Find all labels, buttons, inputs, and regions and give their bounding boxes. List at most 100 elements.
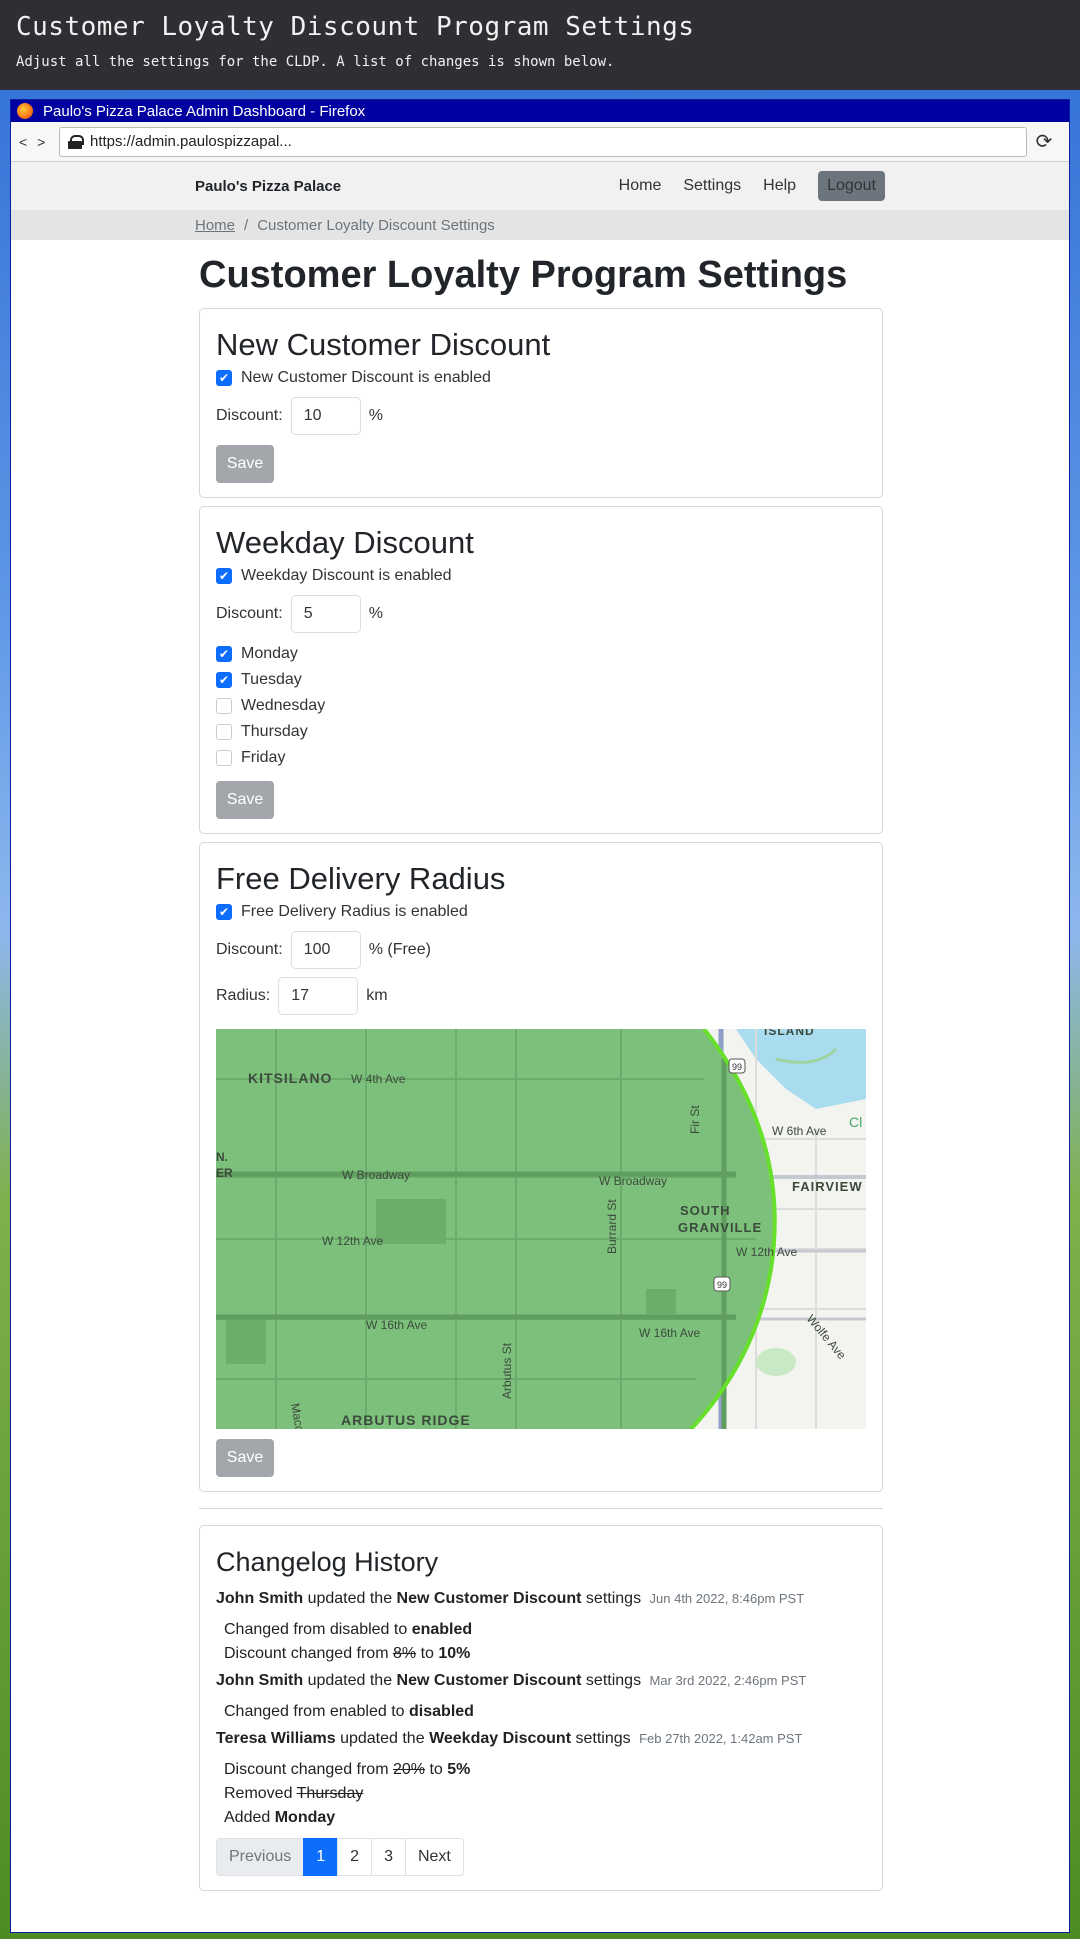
day-checkbox-wednesday[interactable] xyxy=(216,698,232,714)
changelog-heading: Changelog History xyxy=(216,1547,439,1577)
map-label: FAIRVIEW xyxy=(792,1179,863,1194)
delivery-radius-input[interactable]: 17 xyxy=(278,977,359,1015)
weekday-days-list: ✔ Monday ✔ Tuesday Wednesday Thursday Fr… xyxy=(216,641,866,771)
url-field[interactable]: https://admin.paulospizzapal... xyxy=(59,126,1027,157)
breadcrumb-separator: / xyxy=(244,216,249,234)
new-customer-discount-input[interactable]: 10 xyxy=(290,397,361,435)
changelog-entry: John Smith updated the New Customer Disc… xyxy=(216,1670,866,1692)
breadcrumb-home-link[interactable]: Home xyxy=(195,217,235,234)
map-label: Fir St xyxy=(688,1105,702,1134)
delivery-enabled-checkbox[interactable]: ✔ xyxy=(216,904,232,920)
day-row-monday: ✔ Monday xyxy=(216,641,866,667)
reload-icon[interactable]: ⟳ xyxy=(1027,129,1061,154)
pagination-previous[interactable]: Previous xyxy=(216,1838,305,1876)
entry-detail: Discount changed from 8% to 10% xyxy=(216,1642,866,1666)
entry-timestamp: Jun 4th 2022, 8:46pm PST xyxy=(649,1591,805,1606)
highway-shield-label: 99 xyxy=(732,1062,742,1072)
page-title: Customer Loyalty Program Settings xyxy=(199,254,848,296)
detail-text: Removed xyxy=(224,1785,293,1802)
delivery-radius-label: Radius: xyxy=(216,987,271,1004)
entry-verb: updated the xyxy=(340,1730,425,1747)
nav-help-link[interactable]: Help xyxy=(763,177,796,195)
delivery-radius-map[interactable]: ISLAND KITSILANO W 4th Ave W 6th Ave N. … xyxy=(216,1029,866,1429)
day-label-wednesday: Wednesday xyxy=(241,697,326,714)
detail-value: enabled xyxy=(411,1621,473,1638)
window-titlebar: Paulo's Pizza Palace Admin Dashboard - F… xyxy=(11,100,1069,122)
changelog-card: Changelog History John Smith updated the… xyxy=(199,1525,883,1891)
weekday-enabled-row: ✔ Weekday Discount is enabled xyxy=(216,563,866,589)
pagination-page-1[interactable]: 1 xyxy=(303,1838,339,1876)
back-forward-buttons[interactable]: < > xyxy=(19,134,59,150)
weekday-enabled-checkbox[interactable]: ✔ xyxy=(216,568,232,584)
detail-text: Discount changed from xyxy=(224,1645,389,1662)
pagination-page-3[interactable]: 3 xyxy=(371,1838,406,1876)
new-customer-enabled-checkbox[interactable]: ✔ xyxy=(216,370,232,386)
day-label-tuesday: Tuesday xyxy=(241,671,302,688)
delivery-enabled-row: ✔ Free Delivery Radius is enabled xyxy=(216,899,866,925)
breadcrumb-current: Customer Loyalty Discount Settings xyxy=(257,216,495,234)
entry-suffix: settings xyxy=(585,1590,642,1607)
instruction-banner: Customer Loyalty Discount Program Settin… xyxy=(0,0,1080,90)
entry-detail: Discount changed from 20% to 5% xyxy=(216,1758,866,1782)
section-divider xyxy=(199,1508,883,1509)
detail-text: to xyxy=(420,1645,434,1662)
nav-home-link[interactable]: Home xyxy=(619,177,662,195)
day-label-monday: Monday xyxy=(241,645,298,662)
detail-text: Changed from disabled to xyxy=(224,1621,408,1638)
browser-window: Paulo's Pizza Palace Admin Dashboard - F… xyxy=(10,99,1070,1933)
weekday-discount-value: 5 xyxy=(303,605,313,622)
day-checkbox-tuesday[interactable]: ✔ xyxy=(216,672,232,688)
map-label: SOUTH xyxy=(680,1203,731,1218)
banner-subtitle: Adjust all the settings for the CLDP. A … xyxy=(16,54,615,70)
day-row-thursday: Thursday xyxy=(216,719,866,745)
day-checkbox-friday[interactable] xyxy=(216,750,232,766)
delivery-discount-row: Discount: 100 % (Free) xyxy=(216,931,866,969)
logout-button[interactable]: Logout xyxy=(818,171,885,201)
entry-setting: New Customer Discount xyxy=(396,1590,582,1607)
nav-settings-link[interactable]: Settings xyxy=(683,177,741,195)
map-label: ARBUTUS RIDGE xyxy=(341,1412,471,1428)
day-checkbox-monday[interactable]: ✔ xyxy=(216,646,232,662)
entry-detail: Changed from enabled to disabled xyxy=(216,1700,866,1724)
new-customer-enabled-label: New Customer Discount is enabled xyxy=(241,369,491,386)
map-label: W 12th Ave xyxy=(322,1234,383,1248)
new-customer-heading: New Customer Discount xyxy=(216,327,551,362)
map-label: N. xyxy=(216,1150,228,1164)
main-content: Customer Loyalty Program Settings New Cu… xyxy=(199,250,883,1891)
nav-links: Home Settings Help Logout xyxy=(597,171,885,201)
entry-setting: Weekday Discount xyxy=(429,1730,572,1747)
day-checkbox-thursday[interactable] xyxy=(216,724,232,740)
banner-title: Customer Loyalty Discount Program Settin… xyxy=(16,12,695,42)
weekday-discount-row: Discount: 5 % xyxy=(216,595,866,633)
site-navbar: Paulo's Pizza Palace Home Settings Help … xyxy=(11,162,1069,210)
highway-shield-label: 99 xyxy=(717,1280,727,1290)
map-label: W 4th Ave xyxy=(351,1072,406,1086)
address-toolbar: < > https://admin.paulospizzapal... ⟳ xyxy=(11,122,1069,162)
delivery-discount-input[interactable]: 100 xyxy=(290,931,361,969)
weekday-save-button[interactable]: Save xyxy=(216,781,274,819)
pagination-page-2[interactable]: 2 xyxy=(337,1838,373,1876)
map-label: KITSILANO xyxy=(248,1070,332,1086)
url-text: https://admin.paulospizzapal... xyxy=(90,133,292,150)
delivery-save-button[interactable]: Save xyxy=(216,1439,274,1477)
site-brand[interactable]: Paulo's Pizza Palace xyxy=(195,178,341,195)
detail-old-value: 20% xyxy=(392,1761,426,1778)
free-delivery-card: Free Delivery Radius ✔ Free Delivery Rad… xyxy=(199,842,883,1492)
map-label: ER xyxy=(216,1166,233,1180)
lock-icon xyxy=(68,134,84,149)
changelog-entry: Teresa Williams updated the Weekday Disc… xyxy=(216,1728,866,1750)
new-customer-save-button[interactable]: Save xyxy=(216,445,274,483)
entry-suffix: settings xyxy=(575,1730,631,1747)
entry-detail: Removed Thursday xyxy=(216,1782,866,1806)
day-row-tuesday: ✔ Tuesday xyxy=(216,667,866,693)
delivery-radius-value: 17 xyxy=(291,987,310,1004)
weekday-discount-card: Weekday Discount ✔ Weekday Discount is e… xyxy=(199,506,883,834)
new-customer-discount-row: Discount: 10 % xyxy=(216,397,866,435)
day-label-thursday: Thursday xyxy=(241,723,308,740)
delivery-heading: Free Delivery Radius xyxy=(216,861,506,896)
weekday-discount-input[interactable]: 5 xyxy=(290,595,361,633)
map-label: W Broadway xyxy=(599,1174,667,1188)
detail-text: Added xyxy=(224,1809,271,1826)
pagination-next[interactable]: Next xyxy=(404,1838,464,1876)
detail-new-value: 10% xyxy=(438,1645,471,1662)
